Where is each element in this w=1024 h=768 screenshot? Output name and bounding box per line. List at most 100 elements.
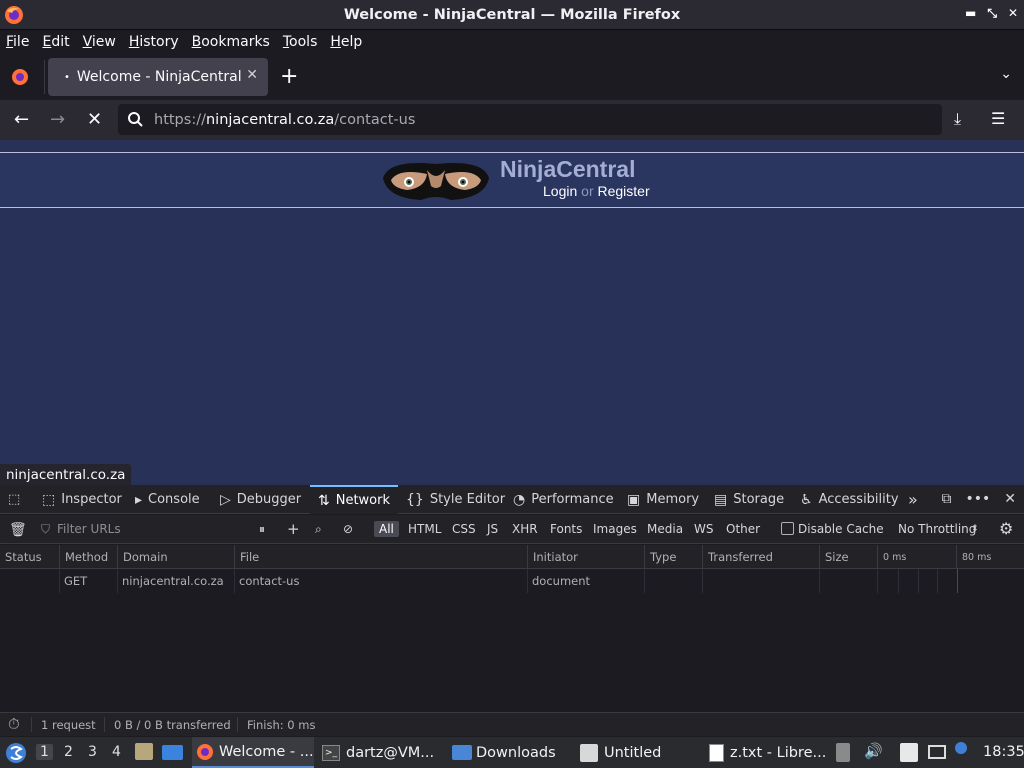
menu-history[interactable]: History (129, 34, 179, 50)
trash-icon[interactable]: 🗑 (9, 522, 27, 538)
clock: 18:35 (983, 744, 1024, 760)
col-method[interactable]: Method (59, 545, 108, 569)
filter-css[interactable]: CSS (447, 521, 481, 537)
stop-icon[interactable]: ✕ (87, 109, 102, 130)
terminal-icon: >_ (322, 744, 340, 761)
tab-memory[interactable]: ▣ Memory (627, 485, 699, 514)
hamburger-menu-icon[interactable]: ☰ (991, 109, 1005, 128)
menu-view[interactable]: View (83, 34, 116, 50)
tab-storage[interactable]: ▤ Storage (714, 485, 784, 514)
new-tab-icon[interactable]: + (280, 64, 298, 89)
back-arrow-icon[interactable]: ← (14, 109, 29, 130)
more-tabs-icon[interactable]: » (908, 485, 918, 514)
tab-debugger[interactable]: ▷ Debugger (220, 485, 301, 514)
filter-fonts[interactable]: Fonts (545, 521, 587, 537)
braces-icon: {} (406, 491, 424, 508)
throttling-select[interactable]: No Throttling (898, 522, 976, 536)
header-bottom-rule (0, 207, 1024, 208)
tab-console[interactable]: ▸ Console (135, 485, 200, 514)
close-window-icon[interactable]: ✕ (1008, 6, 1018, 21)
tab-network[interactable]: ⇅ Network (310, 485, 398, 514)
search-icon[interactable]: ⌕ (315, 522, 322, 537)
site-header: NinjaCentral Login or Register (0, 153, 1024, 207)
col-type[interactable]: Type (644, 545, 676, 569)
file-manager-launcher-icon[interactable] (135, 743, 153, 760)
taskbar-firefox[interactable]: Welcome - ... (192, 737, 314, 768)
eject-icon[interactable] (836, 743, 850, 762)
minimize-icon[interactable]: ▬ (965, 6, 976, 21)
plus-icon[interactable]: + (287, 520, 300, 538)
restore-icon[interactable]: ⤡ (987, 6, 997, 21)
column-divider (527, 569, 528, 593)
login-link[interactable]: Login (543, 183, 577, 199)
menu-tools[interactable]: Tools (283, 34, 318, 50)
volume-icon[interactable]: 🔊 (864, 742, 883, 760)
close-devtools-icon[interactable]: ✕ (1004, 491, 1016, 507)
element-picker-icon[interactable]: ⬚ (8, 485, 20, 514)
search-icon (128, 112, 143, 127)
close-tab-icon[interactable]: ✕ (246, 67, 258, 83)
col-size[interactable]: Size (819, 545, 849, 569)
firefox-view-icon[interactable] (10, 67, 30, 87)
divider (104, 717, 105, 732)
window-titlebar: Welcome - NinjaCentral — Mozilla Firefox… (0, 0, 1024, 30)
filter-html[interactable]: HTML (403, 521, 446, 537)
register-link[interactable]: Register (598, 183, 650, 199)
taskbar-libreoffice[interactable]: z.txt - Libre... (709, 737, 831, 768)
col-domain[interactable]: Domain (117, 545, 168, 569)
workspace-2[interactable]: 2 (64, 744, 73, 760)
browser-tab[interactable]: • Welcome - NinjaCentral ✕ (48, 58, 268, 96)
col-initiator[interactable]: Initiator (527, 545, 578, 569)
start-menu-icon[interactable] (5, 742, 27, 764)
tab-style-editor[interactable]: {} Style Editor (406, 485, 505, 514)
col-status[interactable]: Status (0, 545, 42, 569)
col-file[interactable]: File (234, 545, 259, 569)
filter-xhr[interactable]: XHR (507, 521, 543, 537)
tab-inspector[interactable]: ⬚ Inspector (42, 485, 122, 514)
network-monitor-icon[interactable] (928, 745, 946, 759)
dock-side-icon[interactable]: ⧉ (941, 491, 951, 507)
table-row[interactable]: GET ninjacentral.co.za contact-us docume… (0, 569, 1024, 593)
taskbar-downloads[interactable]: Downloads (452, 737, 572, 768)
filter-other[interactable]: Other (721, 521, 765, 537)
workspace-4[interactable]: 4 (112, 744, 121, 760)
timeline-gridline (918, 569, 919, 593)
filter-js[interactable]: JS (482, 521, 503, 537)
menu-edit[interactable]: Edit (42, 34, 69, 50)
more-options-icon[interactable]: ••• (965, 491, 990, 507)
pause-icon[interactable]: ⏸ (259, 522, 265, 537)
tab-label: Style Editor (429, 492, 506, 507)
stopwatch-icon[interactable]: ⏱ (8, 715, 20, 733)
disable-cache-checkbox[interactable] (781, 522, 794, 535)
menu-file[interactable]: File (6, 34, 29, 50)
divider (44, 60, 45, 94)
workspace-3[interactable]: 3 (88, 744, 97, 760)
memory-chip-icon: ▣ (627, 491, 641, 508)
folder-icon (452, 745, 472, 760)
desktop-launcher-icon[interactable] (162, 745, 183, 760)
block-icon[interactable]: ⊘ (343, 522, 353, 536)
col-transferred[interactable]: Transferred (702, 545, 773, 569)
menu-bookmarks[interactable]: Bookmarks (192, 34, 270, 50)
filter-ws[interactable]: WS (689, 521, 718, 537)
taskbar-label: Untitled (604, 744, 662, 761)
taskbar-untitled[interactable]: Untitled (580, 737, 700, 768)
filter-urls-input[interactable]: ⛉ Filter URLs (38, 520, 248, 539)
chevron-down-icon[interactable]: ⌄ (1000, 66, 1012, 82)
filter-images[interactable]: Images (588, 521, 642, 537)
tab-performance[interactable]: ◔ Performance (513, 485, 614, 514)
network-toolbar: 🗑 ⛉ Filter URLs ⏸ + ⌕ ⊘ All HTML CSS JS … (0, 515, 1024, 544)
notification-icon[interactable] (955, 742, 967, 754)
tab-accessibility[interactable]: ♿ Accessibility (800, 485, 899, 514)
workspace-1[interactable]: 1 (36, 744, 53, 760)
clipboard-icon[interactable] (900, 743, 918, 762)
filter-media[interactable]: Media (642, 521, 688, 537)
taskbar-terminal[interactable]: >_ dartz@VM... (322, 737, 442, 768)
filter-all[interactable]: All (374, 521, 399, 537)
taskbar-label: Welcome - ... (219, 743, 314, 760)
forward-arrow-icon[interactable]: → (50, 109, 65, 130)
menu-help[interactable]: Help (330, 34, 362, 50)
gear-icon[interactable]: ⚙ (999, 519, 1013, 538)
download-icon[interactable]: ⤓ (954, 109, 961, 129)
url-bar[interactable]: https://ninjacentral.co.za/contact-us (118, 104, 942, 135)
